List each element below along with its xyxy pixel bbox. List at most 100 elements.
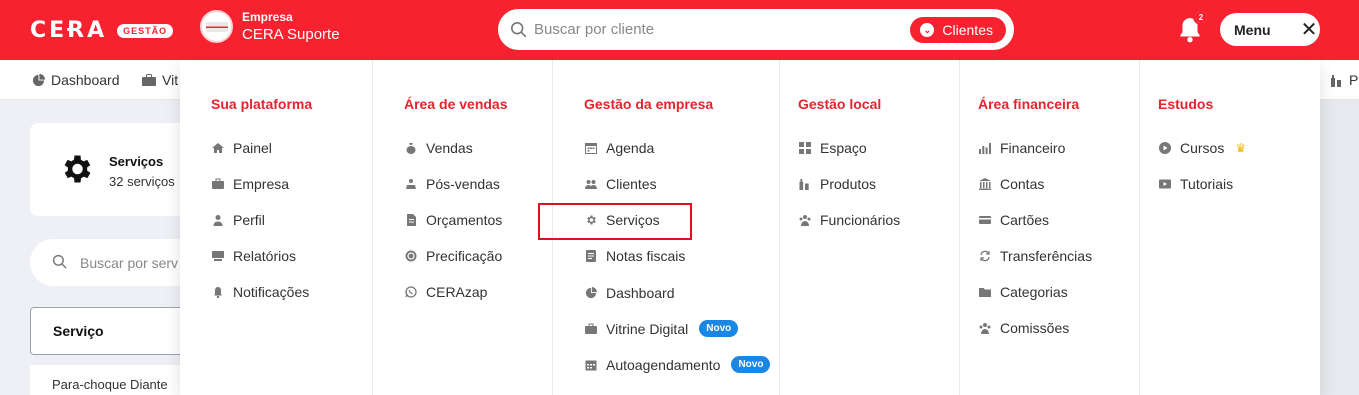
gear-icon bbox=[64, 155, 91, 183]
subnav-item-label: Vit bbox=[162, 72, 179, 88]
credit-card-icon bbox=[978, 214, 991, 227]
subnav-item-label: Dashboard bbox=[51, 72, 120, 88]
search-icon bbox=[52, 254, 67, 269]
menu-column-gestao-local: Gestão local Espaço Produtos Funcionário… bbox=[780, 60, 960, 395]
menu-item-label: Cartões bbox=[1000, 212, 1050, 228]
menu-item-contas[interactable]: Contas bbox=[978, 176, 1044, 192]
logo-text: CEɌA bbox=[30, 18, 108, 43]
menu-item-pos-vendas[interactable]: Pós-vendas bbox=[404, 176, 500, 192]
menu-item-espaco[interactable]: Espaço bbox=[798, 140, 867, 156]
menu-item-perfil[interactable]: Perfil bbox=[211, 212, 265, 228]
menu-item-painel[interactable]: Painel bbox=[211, 140, 272, 156]
menu-item-clientes[interactable]: Clientes bbox=[584, 176, 657, 192]
menu-item-label: Clientes bbox=[606, 176, 657, 192]
menu-label: Menu bbox=[1234, 21, 1271, 38]
menu-item-label: Agenda bbox=[606, 140, 655, 156]
menu-item-orcamentos[interactable]: Orçamentos bbox=[404, 212, 502, 228]
menu-item-tutoriais[interactable]: Tutoriais bbox=[1158, 176, 1233, 192]
folder-icon bbox=[978, 286, 991, 299]
after-sales-icon bbox=[404, 178, 417, 191]
menu-item-agenda[interactable]: Agenda bbox=[584, 140, 654, 156]
menu-item-notas-fiscais[interactable]: Notas fiscais bbox=[584, 248, 685, 264]
calendar-grid-icon bbox=[584, 358, 597, 371]
menu-column-estudos: Estudos Cursos ♛ Tutoriais bbox=[1140, 60, 1320, 395]
main-menu-dropdown: Sua plataforma Painel Empresa Perfil Rel… bbox=[180, 60, 1320, 395]
menu-item-label: Painel bbox=[233, 140, 272, 156]
subnav-item-produtos[interactable]: P bbox=[1331, 72, 1358, 88]
menu-item-label: Transferências bbox=[1000, 248, 1093, 264]
play-circle-icon bbox=[1158, 142, 1171, 155]
menu-item-autoagendamento[interactable]: Autoagendamento Novo bbox=[584, 356, 771, 373]
crown-icon: ♛ bbox=[1235, 141, 1247, 155]
home-icon bbox=[211, 142, 224, 155]
menu-item-label: Tutoriais bbox=[1180, 176, 1234, 192]
menu-item-label: Precificação bbox=[426, 248, 503, 264]
whatsapp-icon bbox=[404, 286, 417, 299]
menu-item-transferencias[interactable]: Transferências bbox=[978, 248, 1092, 264]
chevron-down-icon: ⌄ bbox=[920, 23, 935, 37]
notifications-count-badge: 2 bbox=[1193, 9, 1209, 25]
bottles-icon bbox=[798, 178, 811, 191]
menu-column-sua-plataforma: Sua plataforma Painel Empresa Perfil Rel… bbox=[180, 60, 373, 395]
calendar-icon bbox=[584, 142, 597, 155]
subnav-item-vitrine[interactable]: Vit bbox=[142, 72, 178, 88]
search-scope-dropdown[interactable]: ⌄ Clientes bbox=[910, 17, 1006, 43]
menu-column-title: Área de vendas bbox=[404, 96, 508, 112]
menu-item-notificacoes[interactable]: Notificações bbox=[211, 284, 309, 300]
users-icon bbox=[584, 178, 597, 191]
menu-item-label: Vendas bbox=[426, 140, 473, 156]
services-search-field[interactable]: Buscar por serv bbox=[30, 239, 200, 286]
menu-item-precificacao[interactable]: Precificação bbox=[404, 248, 502, 264]
invoice-icon bbox=[584, 250, 597, 263]
grid-icon bbox=[798, 142, 811, 155]
menu-column-title: Gestão local bbox=[798, 96, 882, 112]
table-cell: Para-choque Diante bbox=[52, 377, 168, 392]
transfer-icon bbox=[978, 250, 991, 263]
subnav-item-dashboard[interactable]: Dashboard bbox=[32, 72, 120, 88]
menu-item-label: Relatórios bbox=[233, 248, 297, 264]
menu-item-cartoes[interactable]: Cartões bbox=[978, 212, 1049, 228]
menu-item-empresa[interactable]: Empresa bbox=[211, 176, 289, 192]
menu-column-title: Sua plataforma bbox=[211, 96, 313, 112]
app-logo[interactable]: CEɌA GESTÃO bbox=[30, 18, 174, 43]
services-search-placeholder: Buscar por serv bbox=[80, 255, 179, 271]
menu-item-label: Serviços bbox=[606, 212, 660, 228]
services-title: Serviços bbox=[109, 154, 164, 169]
client-search-input[interactable] bbox=[534, 21, 894, 38]
menu-item-label: Notas fiscais bbox=[606, 248, 686, 264]
menu-item-financeiro[interactable]: Financeiro bbox=[978, 140, 1065, 156]
company-switcher[interactable]: Empresa CERA Suporte bbox=[200, 10, 340, 43]
company-avatar bbox=[200, 10, 233, 43]
menu-item-comissoes[interactable]: Comissões bbox=[978, 320, 1069, 336]
menu-item-label: Vitrine Digital bbox=[606, 320, 689, 337]
menu-toggle-button[interactable]: Menu ✕ bbox=[1220, 13, 1320, 46]
coin-icon bbox=[404, 250, 417, 263]
menu-item-label: Orçamentos bbox=[426, 212, 503, 228]
briefcase-icon bbox=[584, 322, 597, 335]
menu-item-cerazap[interactable]: CERAzap bbox=[404, 284, 487, 300]
menu-item-vitrine-digital[interactable]: Vitrine Digital Novo bbox=[584, 320, 739, 337]
menu-item-label: Perfil bbox=[233, 212, 265, 228]
search-scope-label: Clientes bbox=[942, 22, 993, 38]
menu-column-gestao-da-empresa: Gestão da empresa Agenda Clientes Serviç… bbox=[553, 60, 780, 395]
menu-item-relatorios[interactable]: Relatórios bbox=[211, 248, 296, 264]
menu-item-label: Cursos bbox=[1180, 140, 1225, 156]
menu-item-categorias[interactable]: Categorias bbox=[978, 284, 1068, 300]
menu-item-vendas[interactable]: Vendas bbox=[404, 140, 473, 156]
pie-chart-icon bbox=[584, 287, 597, 300]
services-count: 32 serviços bbox=[109, 174, 175, 189]
menu-item-dashboard[interactable]: Dashboard bbox=[584, 285, 675, 301]
bar-chart-icon bbox=[978, 142, 991, 155]
menu-item-servicos[interactable]: Serviços bbox=[584, 212, 660, 228]
menu-item-label: Contas bbox=[1000, 176, 1045, 192]
menu-item-label: Dashboard bbox=[606, 285, 675, 301]
menu-item-produtos[interactable]: Produtos bbox=[798, 176, 876, 192]
menu-item-funcionarios[interactable]: Funcionários bbox=[798, 212, 900, 228]
subnav-item-label: P bbox=[1349, 72, 1359, 88]
table-row[interactable]: Para-choque Diante bbox=[30, 365, 200, 395]
logo-badge: GESTÃO bbox=[117, 23, 174, 38]
menu-item-cursos[interactable]: Cursos ♛ bbox=[1158, 140, 1246, 156]
table-column-header[interactable]: Serviço bbox=[30, 307, 200, 355]
company-name: CERA Suporte bbox=[242, 26, 340, 43]
report-icon bbox=[211, 250, 224, 263]
